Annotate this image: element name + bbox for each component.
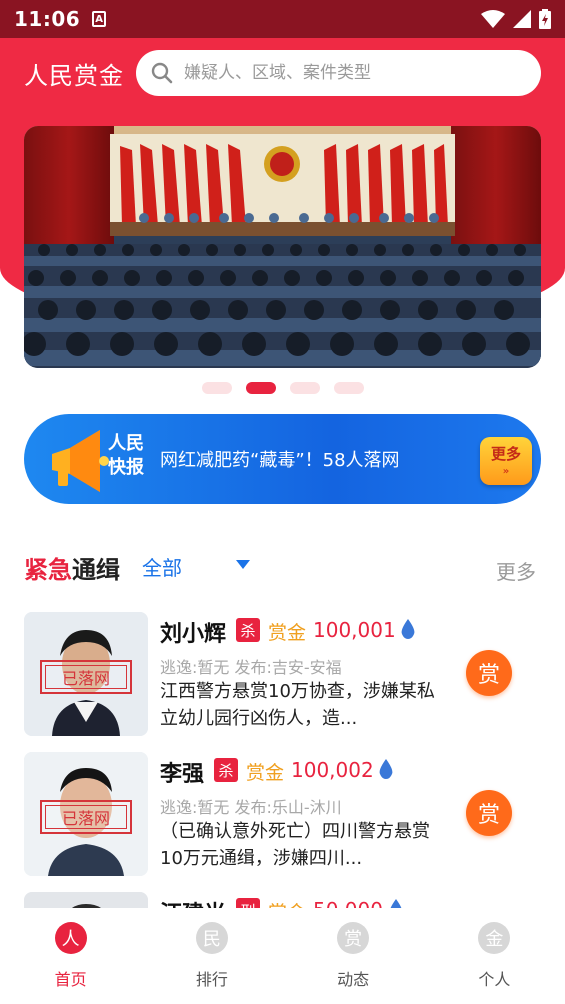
suspect-photo: 已落网 (24, 752, 148, 876)
crime-type-badge: 刑 (236, 898, 260, 908)
wifi-icon (481, 10, 505, 28)
app-title: 人民赏金 (24, 62, 124, 90)
carousel-dot[interactable] (289, 382, 320, 394)
reward-amount: 50,000 (313, 898, 383, 908)
section-title: 紧急通缉 (24, 550, 120, 585)
drop-icon (401, 619, 415, 639)
profile-icon: 金 (478, 922, 511, 954)
status-icons (481, 9, 551, 29)
home-icon: 人 (54, 922, 87, 954)
conference-hall-image (24, 126, 541, 368)
suspect-portrait-image (24, 892, 148, 908)
captured-stamp: 已落网 (40, 800, 132, 834)
carousel-dot[interactable] (333, 382, 364, 394)
search-bar[interactable] (136, 50, 541, 96)
status-bar: 11:06 A (0, 0, 565, 38)
banner-carousel[interactable] (24, 126, 541, 368)
reward-label: 赏金 (268, 622, 307, 644)
case-description: （已确认意外死亡）四川警方悬赏10万元通缉，涉嫌四川... (160, 821, 430, 869)
news-more-button[interactable]: 更多 » (480, 437, 532, 485)
reward-button[interactable]: 赏 (466, 790, 512, 836)
list-item[interactable]: 已落网 李强 杀 赏金 100,002 逃逸:暂无 发布:乐山-沐川 （已确认意… (0, 744, 565, 876)
suspect-name[interactable]: 刘小辉 (160, 616, 226, 648)
nav-label: 首页 (54, 970, 87, 989)
news-more-label: 更多 (490, 445, 521, 463)
drop-icon (379, 759, 393, 779)
suspect-name[interactable]: 汪建光 (160, 896, 226, 908)
dropdown-arrow-icon[interactable] (236, 560, 250, 569)
crime-type-badge: 杀 (236, 618, 260, 642)
nav-ranking[interactable]: 民 排行 (141, 908, 282, 1004)
feed-icon: 赏 (337, 922, 370, 954)
suspect-name[interactable]: 李强 (160, 756, 204, 788)
section-title-urgent: 紧急 (24, 556, 72, 584)
suspect-meta: 逃逸:暂无 发布:乐山-沐川 (160, 798, 342, 817)
search-input[interactable] (184, 63, 524, 83)
reward-label: 赏金 (268, 898, 306, 908)
section-title-wanted: 通缉 (72, 556, 120, 584)
nav-feed[interactable]: 赏 动态 (283, 908, 424, 1004)
double-chevron-icon: » (502, 466, 510, 477)
news-headline[interactable]: 网红减肥药“藏毒”！58人落网 (160, 446, 400, 472)
news-badge-line1: 人民 (108, 433, 144, 454)
suspect-photo (24, 892, 148, 908)
reward-amount: 100,001 (313, 618, 396, 642)
case-description: 江西警方悬赏10万协查，涉嫌某私立幼儿园行凶伤人，造... (160, 681, 435, 729)
news-badge-line2: 快报 (108, 457, 144, 478)
reward-amount: 100,002 (291, 758, 374, 782)
carousel-dot-active[interactable] (245, 382, 276, 394)
search-icon (151, 62, 173, 84)
megaphone-icon (52, 430, 109, 492)
reward-label: 赏金 (246, 762, 285, 784)
reward-button[interactable]: 赏 (466, 650, 512, 696)
crime-type-badge: 杀 (214, 758, 238, 782)
signal-icon (513, 10, 531, 28)
suspect-photo: 已落网 (24, 612, 148, 736)
status-time: 11:06 (14, 7, 81, 31)
bottom-nav: 人 首页 民 排行 赏 动态 金 个人 (0, 908, 565, 1004)
carousel-indicator (0, 382, 565, 394)
suspect-meta: 逃逸:暂无 发布:吉安-安福 (160, 658, 342, 677)
list-item[interactable]: 已落网 刘小辉 杀 赏金 100,001 逃逸:暂无 发布:吉安-安福 江西警方… (0, 604, 565, 736)
wanted-list[interactable]: 已落网 刘小辉 杀 赏金 100,001 逃逸:暂无 发布:吉安-安福 江西警方… (0, 604, 565, 908)
nav-profile[interactable]: 金 个人 (424, 908, 565, 1004)
nav-label: 动态 (337, 970, 370, 989)
nav-label: 排行 (195, 970, 228, 989)
section-more-link[interactable]: 更多 (496, 556, 536, 585)
drop-icon (390, 899, 402, 908)
news-badge: 人民 快报 (108, 432, 156, 480)
battery-icon (539, 9, 551, 29)
nav-home[interactable]: 人 首页 (0, 908, 141, 1004)
list-item[interactable]: 汪建光 刑 赏金 50,000 (0, 884, 565, 908)
filter-dropdown[interactable]: 全部 (142, 552, 182, 581)
app-notification-icon: A (92, 11, 107, 27)
nav-label: 个人 (478, 970, 511, 989)
ranking-icon: 民 (195, 922, 228, 954)
carousel-dot[interactable] (201, 382, 232, 394)
news-ticker[interactable]: 人民 快报 网红减肥药“藏毒”！58人落网 更多 » (24, 414, 541, 504)
captured-stamp: 已落网 (40, 660, 132, 694)
